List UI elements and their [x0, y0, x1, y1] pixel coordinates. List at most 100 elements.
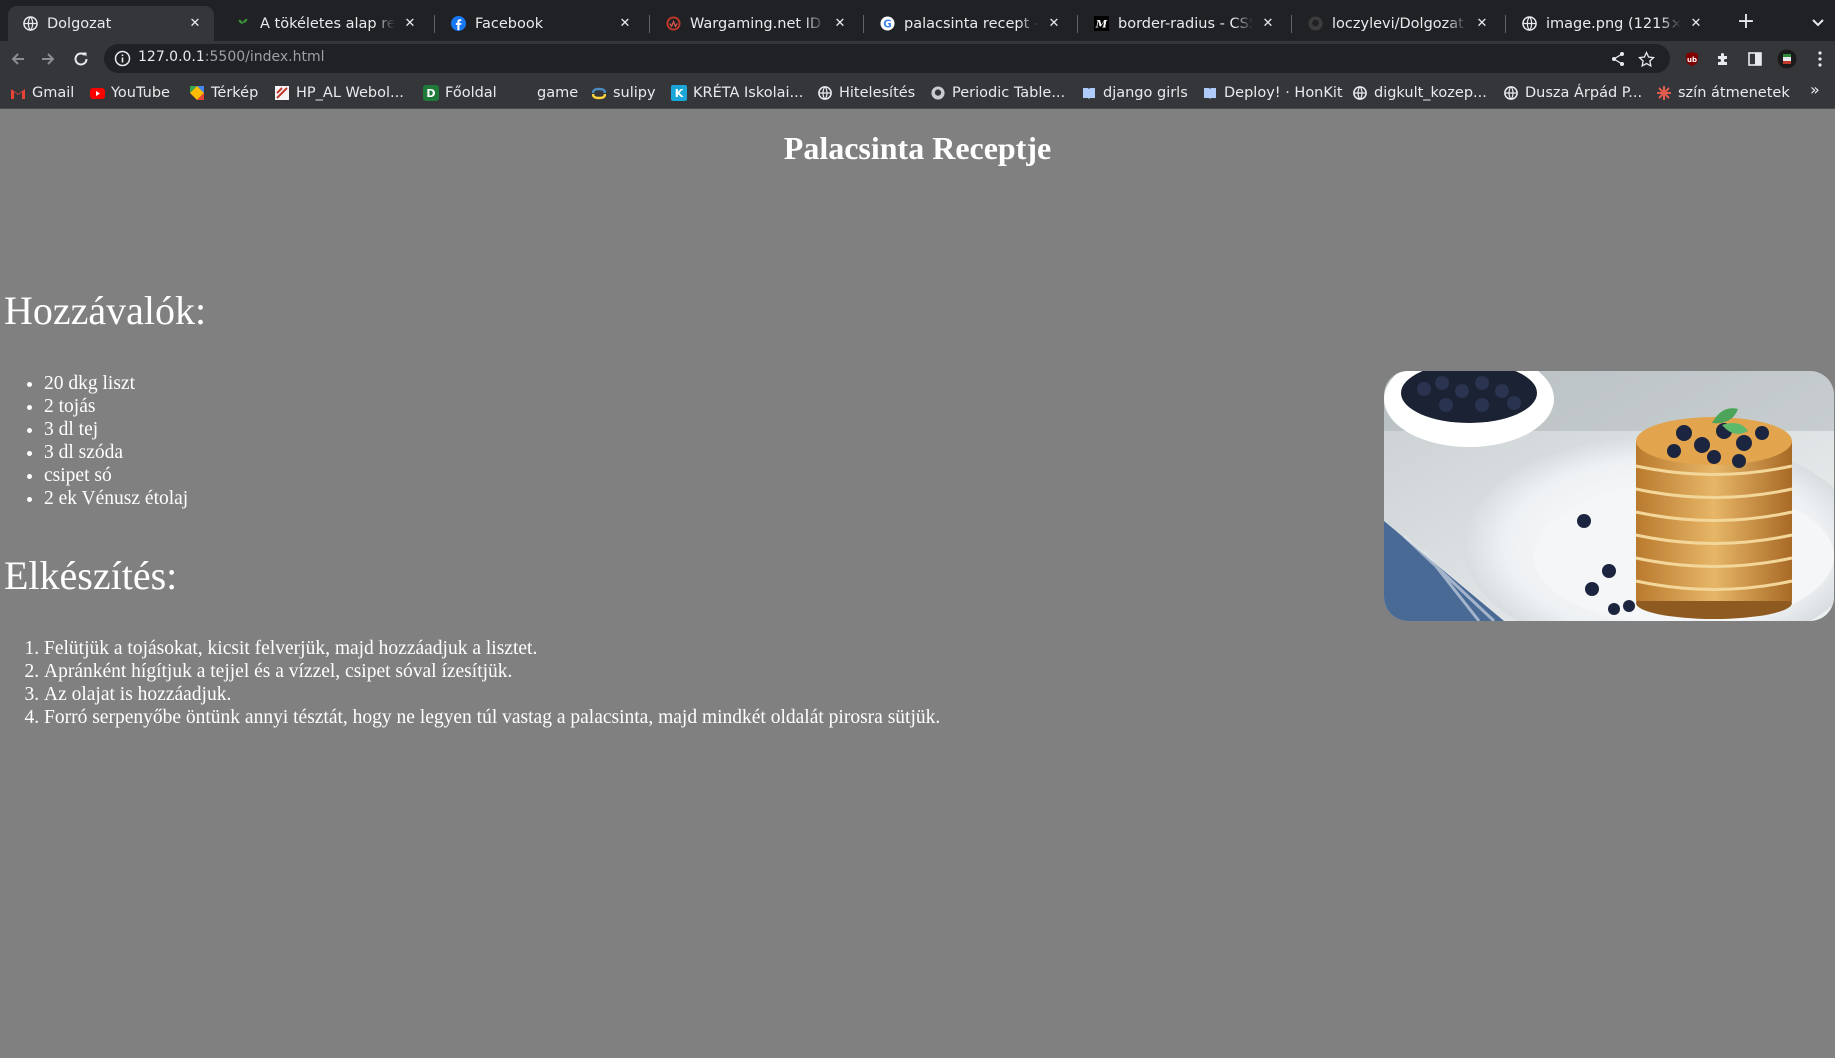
tab-label: Facebook: [475, 15, 544, 32]
globe-icon: [1503, 85, 1519, 101]
ublock-icon[interactable]: ub: [1682, 49, 1702, 69]
site-info-icon[interactable]: [114, 50, 131, 67]
bookmark-kreta[interactable]: K KRÉTA Iskolai...: [671, 82, 803, 104]
close-tab-icon[interactable]: ✕: [831, 16, 849, 31]
svg-text:ub: ub: [1687, 56, 1697, 64]
ingredients-heading: Hozzávalók:: [4, 288, 207, 333]
close-tab-icon[interactable]: ✕: [1473, 16, 1491, 31]
bookmark-youtube[interactable]: YouTube: [89, 82, 170, 104]
step-item: Az olajat is hozzáadjuk.: [44, 683, 940, 706]
profile-avatar[interactable]: [1777, 49, 1797, 69]
bookmark-label: HP_AL Webol...: [296, 85, 404, 101]
tab-label: palacsinta recept – Google: [904, 15, 1039, 32]
bookmark-star-icon[interactable]: [1636, 49, 1656, 69]
tab-google[interactable]: G palacsinta recept – Google ✕: [865, 6, 1073, 41]
tab-recipe[interactable]: A tökéletes alap recept ✕: [221, 6, 429, 41]
gmail-icon: [10, 85, 26, 101]
tab-mdn[interactable]: M border-radius - CSS: Cascading ✕: [1079, 6, 1287, 41]
bookmark-terkep[interactable]: Térkép: [189, 82, 258, 104]
step-item: Felütjük a tojásokat, kicsit felverjük, …: [44, 637, 940, 660]
tab-search-chevron-icon[interactable]: [1808, 12, 1828, 32]
book-icon: [1202, 85, 1218, 101]
address-bar[interactable]: 127.0.0.1:5500/index.html: [104, 44, 1670, 73]
bookmark-gmail[interactable]: Gmail: [10, 82, 74, 104]
new-tab-button[interactable]: +: [1732, 9, 1760, 37]
hp-icon: [274, 85, 290, 101]
bookmark-label: sulipy: [613, 85, 656, 101]
ingredient-item: 2 tojás: [44, 395, 188, 418]
bookmark-hitelesites[interactable]: Hitelesítés: [817, 82, 915, 104]
bookmark-label: Periodic Table...: [952, 85, 1066, 101]
close-tab-icon[interactable]: ✕: [1045, 16, 1063, 31]
bookmark-label: szín átmenetek: [1678, 85, 1790, 101]
google-icon: G: [879, 16, 895, 32]
share-icon[interactable]: [1608, 49, 1628, 69]
tab-github[interactable]: loczylevi/Dolgozat ✕: [1293, 6, 1501, 41]
tab-separator: [863, 15, 864, 33]
page-viewport: Palacsinta Receptje Hozzávalók: 20 dkg l…: [0, 110, 1835, 1058]
ingredient-item: 20 dkg liszt: [44, 372, 188, 395]
reload-icon[interactable]: [68, 46, 94, 72]
bookmark-fooldal[interactable]: D Főoldal: [423, 82, 497, 104]
steps-heading: Elkészítés:: [4, 553, 178, 598]
url-text[interactable]: 127.0.0.1:5500/index.html: [138, 49, 325, 65]
star-burst-icon: [1656, 85, 1672, 101]
mdn-icon: M: [1093, 16, 1109, 32]
globe-icon: [22, 16, 38, 32]
kreta-icon: K: [671, 85, 687, 101]
globe-icon: [1352, 85, 1368, 101]
github-icon: [1307, 16, 1323, 32]
tab-wargaming[interactable]: Wargaming.net ID ✕: [651, 6, 859, 41]
bookmark-periodic-table[interactable]: Periodic Table...: [930, 82, 1065, 104]
back-arrow-icon[interactable]: [5, 46, 31, 72]
bookmark-label: YouTube: [111, 85, 170, 101]
bookmark-dusza-arpad[interactable]: Dusza Árpád P...: [1503, 82, 1642, 104]
tab-separator: [1077, 15, 1078, 33]
d-icon: D: [423, 85, 439, 101]
browser-menu-icon[interactable]: [1810, 49, 1830, 69]
bookmark-label: digkult_kozep...: [1374, 85, 1487, 101]
svg-text:M: M: [1094, 19, 1107, 31]
bookmark-django-girls[interactable]: django girls: [1081, 82, 1188, 104]
globe-icon: [1521, 16, 1537, 32]
bookmark-label: Gmail: [32, 85, 75, 101]
ingredients-list: 20 dkg liszt 2 tojás 3 dl tej 3 dl szóda…: [44, 372, 188, 510]
bookmarks-overflow-button[interactable]: »: [1810, 80, 1820, 99]
tab-label: loczylevi/Dolgozat: [1332, 15, 1464, 32]
bookmark-szin-atmenetek[interactable]: szín átmenetek: [1656, 82, 1790, 104]
tab-strip: Dolgozat ✕ A tökéletes alap recept ✕ Fac…: [0, 0, 1835, 41]
bookmark-label: KRÉTA Iskolai...: [693, 85, 804, 101]
youtube-icon: [89, 85, 105, 101]
side-panel-icon[interactable]: [1745, 49, 1765, 69]
forward-arrow-icon[interactable]: [35, 46, 61, 72]
close-tab-icon[interactable]: ✕: [401, 16, 419, 31]
ingredient-item: 2 ek Vénusz étolaj: [44, 487, 188, 510]
close-tab-icon[interactable]: ✕: [1259, 16, 1277, 31]
close-tab-icon[interactable]: ✕: [186, 16, 204, 31]
bookmark-label: django girls: [1103, 85, 1188, 101]
page-title: Palacsinta Receptje: [783, 130, 1052, 166]
tab-dolgozat[interactable]: Dolgozat ✕: [8, 6, 214, 41]
bookmark-digkult[interactable]: digkult_kozep...: [1352, 82, 1487, 104]
extensions-puzzle-icon[interactable]: [1713, 49, 1733, 69]
url-host: 127.0.0.1: [138, 49, 205, 65]
bookmark-sulipy[interactable]: sulipy: [591, 82, 656, 104]
close-tab-icon[interactable]: ✕: [616, 16, 634, 31]
book-icon: [1081, 85, 1097, 101]
tab-label: border-radius - CSS: Cascading: [1118, 15, 1253, 32]
bookmark-label: Térkép: [211, 85, 259, 101]
tab-image[interactable]: image.png (1215×618) ✕: [1507, 6, 1715, 41]
bookmark-deploy-honkit[interactable]: Deploy! · HonKit: [1202, 82, 1343, 104]
close-tab-icon[interactable]: ✕: [1687, 16, 1705, 31]
tab-facebook[interactable]: Facebook ✕: [436, 6, 644, 41]
bookmark-label: Hitelesítés: [839, 85, 916, 101]
tab-separator: [434, 15, 435, 33]
tab-label: A tökéletes alap recept: [260, 15, 395, 32]
url-path: :5500/index.html: [204, 49, 325, 65]
bookmark-hp-al[interactable]: HP_AL Webol...: [274, 82, 404, 104]
bookmark-game[interactable]: game: [515, 82, 578, 104]
facebook-icon: [450, 16, 466, 32]
bookmarks-bar: Gmail YouTube Térkép HP_AL Webol... D Főo…: [0, 76, 1835, 109]
tab-separator: [1505, 15, 1506, 33]
tab-separator: [649, 15, 650, 33]
